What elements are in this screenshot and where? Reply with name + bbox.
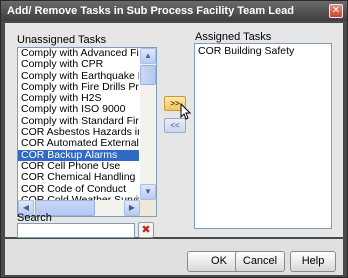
title-bar[interactable]: Add/ Remove Tasks in Sub Process Facilit… <box>1 1 347 21</box>
clear-search-icon[interactable]: ✖ <box>138 222 154 238</box>
list-item[interactable]: COR Code of Conduct <box>18 184 139 195</box>
list-item[interactable]: Comply with Standard First Aid <box>18 116 139 127</box>
window-title: Add/ Remove Tasks in Sub Process Facilit… <box>7 5 294 17</box>
button-bar: OK Cancel Help <box>5 239 343 275</box>
unassigned-tasks-label: Unassigned Tasks <box>17 34 107 46</box>
list-item[interactable]: Comply with Earthquake Procedure <box>18 71 139 82</box>
assigned-tasks-list[interactable]: COR Building Safety <box>194 43 332 229</box>
list-item[interactable]: COR Building Safety <box>195 46 331 57</box>
list-item[interactable]: Comply with ISO 9000 <box>18 104 139 115</box>
list-item[interactable]: COR Backup Alarms <box>18 149 139 161</box>
assigned-tasks-rows: COR Building Safety <box>195 46 331 57</box>
cancel-button[interactable]: Cancel <box>235 251 285 272</box>
scroll-down-icon[interactable]: ▼ <box>140 184 156 200</box>
unassigned-tasks-list[interactable]: Comply with Advanced First AidComply wit… <box>17 47 157 217</box>
vertical-scroll-thumb[interactable] <box>140 65 156 85</box>
list-item[interactable]: COR Chemical Handling <box>18 172 139 183</box>
mouse-pointer-icon <box>180 103 192 120</box>
list-item[interactable]: Comply with H2S <box>18 93 139 104</box>
list-item[interactable]: COR Cell Phone Use <box>18 161 139 172</box>
unassigned-tasks-rows: Comply with Advanced First AidComply wit… <box>18 48 139 216</box>
scrollbar-corner <box>140 200 156 216</box>
list-item[interactable]: COR Asbestos Hazards in Building <box>18 127 139 138</box>
help-button[interactable]: Help <box>290 251 336 272</box>
dialog-window: Add/ Remove Tasks in Sub Process Facilit… <box>0 0 348 278</box>
search-input[interactable] <box>17 223 135 238</box>
assigned-tasks-label: Assigned Tasks <box>195 31 272 43</box>
scroll-right-icon[interactable]: ▶ <box>124 200 140 216</box>
list-item[interactable]: COR Automated External Defibrillat <box>18 138 139 149</box>
list-item[interactable]: Comply with Fire Drills Procedures <box>18 82 139 93</box>
dialog-body: Unassigned Tasks Comply with Advanced Fi… <box>5 23 343 238</box>
list-item[interactable]: Comply with CPR <box>18 59 139 70</box>
list-item[interactable]: Comply with Advanced First Aid <box>18 48 139 59</box>
scroll-up-icon[interactable]: ▲ <box>140 48 156 64</box>
unassigned-vertical-scrollbar[interactable]: ▲ ▼ <box>140 48 156 200</box>
close-button[interactable]: ✕ <box>329 4 343 18</box>
